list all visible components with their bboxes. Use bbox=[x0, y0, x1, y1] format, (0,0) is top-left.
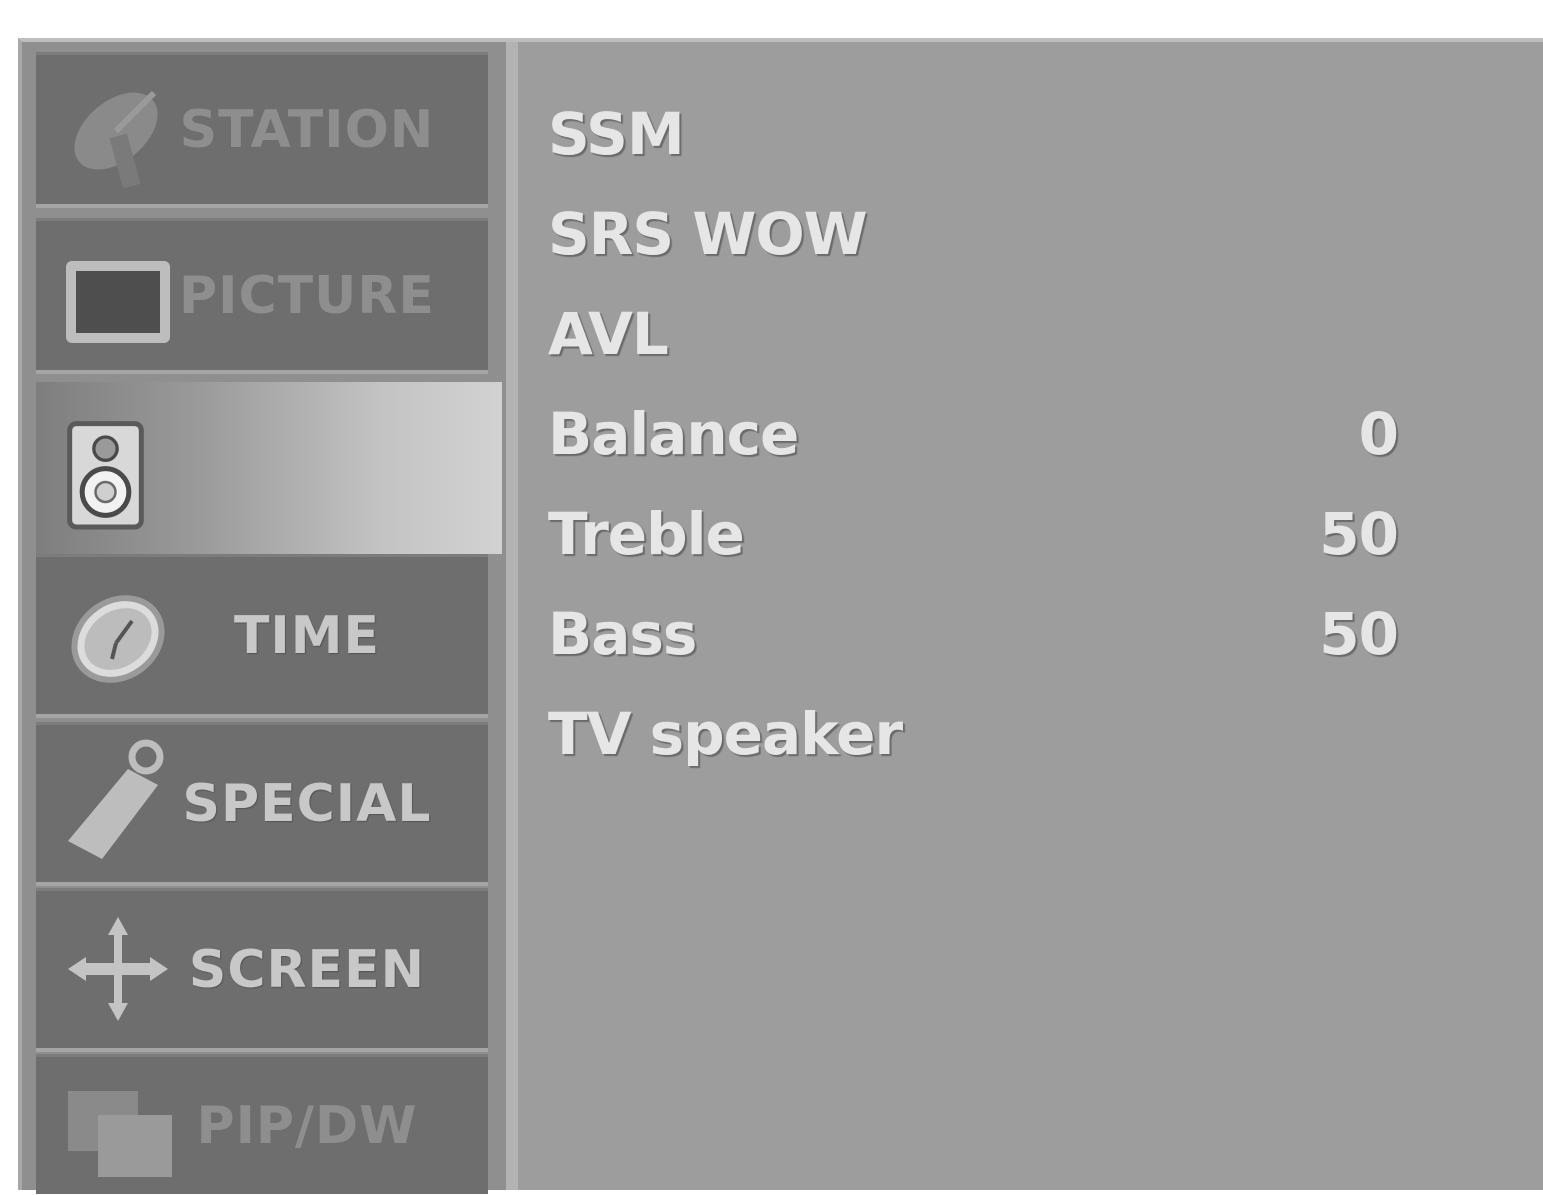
menu-item-treble[interactable]: Treble 50 bbox=[548, 500, 1399, 590]
menu-item-avl[interactable]: AVL bbox=[548, 300, 1398, 390]
menu-item-tv-speaker[interactable]: TV speaker bbox=[548, 700, 1398, 790]
audio-settings-panel: SSM SRS WOW AVL Balance 0 Treble 50 Bass… bbox=[506, 42, 1543, 1190]
tag-icon bbox=[68, 739, 164, 859]
item-label: TV speaker bbox=[548, 700, 903, 768]
item-label: SSM bbox=[548, 100, 685, 168]
osd-menu: STATION PICTURE TIME SPECIAL SCREEN PIP/… bbox=[18, 38, 1543, 1194]
treble-value: 50 bbox=[1319, 500, 1399, 568]
move-arrows-icon bbox=[68, 917, 168, 1021]
tab-label: SCREEN bbox=[188, 939, 426, 1000]
item-label: Bass bbox=[548, 600, 697, 668]
tab-audio[interactable] bbox=[36, 382, 502, 554]
item-label: Treble bbox=[548, 500, 745, 568]
tab-label: PIP/DW bbox=[196, 1095, 418, 1156]
balance-value: 0 bbox=[1358, 400, 1399, 468]
menu-item-balance[interactable]: Balance 0 bbox=[548, 400, 1399, 490]
bass-value: 50 bbox=[1319, 600, 1399, 668]
item-label: SRS WOW bbox=[548, 200, 868, 268]
tab-pip-dw[interactable]: PIP/DW bbox=[36, 1054, 488, 1194]
monitor-icon bbox=[66, 261, 170, 343]
tab-picture[interactable]: PICTURE bbox=[36, 218, 488, 374]
tab-time[interactable]: TIME bbox=[36, 554, 488, 718]
pip-windows-icon bbox=[68, 1091, 172, 1177]
menu-sidebar: STATION PICTURE TIME SPECIAL SCREEN PIP/… bbox=[36, 52, 502, 1194]
tab-screen[interactable]: SCREEN bbox=[36, 888, 488, 1052]
tab-label: SPECIAL bbox=[182, 773, 432, 834]
menu-item-srs-wow[interactable]: SRS WOW bbox=[548, 200, 1398, 290]
item-label: Balance bbox=[548, 400, 799, 468]
tab-label: TIME bbox=[233, 605, 381, 666]
menu-item-ssm[interactable]: SSM bbox=[548, 100, 1398, 190]
tab-special[interactable]: SPECIAL bbox=[36, 722, 488, 886]
tab-label: PICTURE bbox=[179, 265, 435, 326]
menu-item-bass[interactable]: Bass 50 bbox=[548, 600, 1399, 690]
tab-station[interactable]: STATION bbox=[36, 52, 488, 208]
clock-icon bbox=[71, 595, 165, 683]
tab-label: STATION bbox=[179, 99, 435, 160]
satellite-dish-icon bbox=[74, 90, 158, 189]
item-label: AVL bbox=[548, 300, 669, 368]
speaker-icon bbox=[67, 421, 144, 530]
